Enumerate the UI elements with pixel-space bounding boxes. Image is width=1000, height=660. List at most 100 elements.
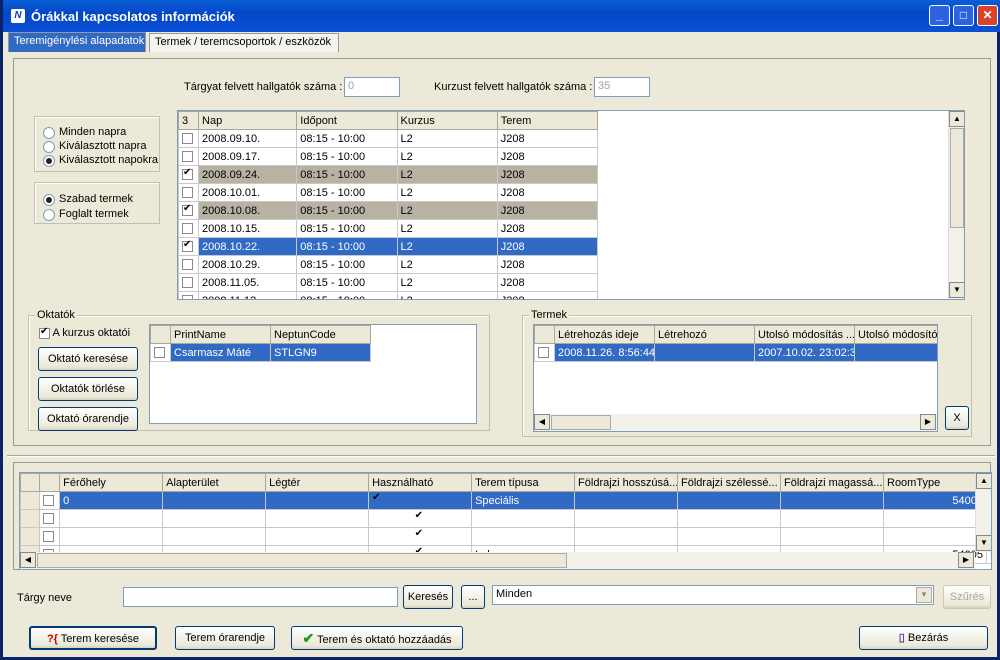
table-row[interactable]: 2008.11.12.08:15 - 10:00L2J208 <box>178 291 599 299</box>
radio-szabad-termek[interactable]: Szabad termek <box>43 193 133 206</box>
remove-room-button[interactable]: X <box>945 406 969 430</box>
table-row[interactable]: 2008.10.22.08:15 - 10:00L2J208 <box>178 237 599 256</box>
col-legter[interactable]: Légtér <box>265 473 370 492</box>
termek-grid[interactable]: Létrehozás ideje Létrehozó Utolsó módosí… <box>533 324 938 432</box>
col-utolso-modosito[interactable]: Utolsó módosító <box>854 325 937 344</box>
kereses-button[interactable]: Keresés <box>403 585 453 609</box>
row-checkbox[interactable] <box>182 187 193 199</box>
hasznalhato-checkbox[interactable] <box>372 493 383 506</box>
scroll-down-icon[interactable]: ▼ <box>976 535 991 551</box>
rooms-horizontal-scrollbar[interactable]: ◀ ▶ <box>20 552 975 569</box>
col-letrehozo[interactable]: Létrehozó <box>654 325 755 344</box>
oktato-kereses-button[interactable]: Oktató keresése <box>38 347 138 371</box>
table-row[interactable]: 2008.09.10. 08:15 - 10:00 L2 J208 <box>178 129 599 148</box>
days-vertical-scrollbar[interactable]: ▲ ▼ <box>948 111 964 299</box>
row-checkbox[interactable] <box>182 151 193 163</box>
terem-orarendje-button[interactable]: Terem órarendje <box>175 626 275 650</box>
days-col-terem[interactable]: Terem <box>496 111 599 130</box>
row-checkbox[interactable] <box>42 513 54 525</box>
hasznalhato-checkbox[interactable] <box>415 511 426 524</box>
row-checkbox[interactable] <box>182 259 193 271</box>
table-row[interactable]: 2008.10.15. 08:15 - 10:00 L2 J208 <box>178 219 599 238</box>
kurzus-count-label: Kurzust felvett hallgatók száma : <box>434 81 593 93</box>
row-checkbox[interactable] <box>182 203 193 217</box>
browse-button[interactable]: ... <box>461 585 485 609</box>
tab-teremigenyles[interactable]: Teremigénylési alapadatok <box>8 32 146 52</box>
filter-select[interactable]: Minden ▼ <box>492 585 934 605</box>
row-checkbox[interactable] <box>42 531 54 543</box>
col-terem-tipusa[interactable]: Terem típusa <box>471 473 576 492</box>
oktato-orarendje-button[interactable]: Oktató órarendje <box>38 407 138 431</box>
chevron-down-icon[interactable]: ▼ <box>916 587 932 603</box>
targy-neve-label: Tárgy neve <box>17 592 73 604</box>
col-hasznalhato[interactable]: Használható <box>368 473 473 492</box>
scroll-left-icon[interactable]: ◀ <box>20 552 36 568</box>
hasznalhato-checkbox[interactable] <box>415 529 426 542</box>
scroll-down-icon[interactable]: ▼ <box>949 282 964 298</box>
days-col-check[interactable]: 3 <box>178 111 200 130</box>
oktatok-torlese-button[interactable]: Oktatók törlése <box>38 377 138 401</box>
row-checkbox[interactable] <box>182 223 193 235</box>
table-row[interactable]: 2008.11.26. 8:56:44 2007.10.02. 23:02:3 <box>534 343 937 362</box>
col-foldrajzi-magassag[interactable]: Földrajzi magassá... <box>780 473 884 492</box>
table-row[interactable]: 0Speciális54003Ko <box>20 491 991 510</box>
table-row[interactable]: 2008.10.08.08:15 - 10:00L2J208 <box>178 201 599 220</box>
szures-button[interactable]: Szűrés <box>943 585 991 609</box>
oktatok-grid[interactable]: PrintName NeptunCode Csarmasz Máté STLGN… <box>149 324 477 424</box>
table-row[interactable]: 2008.10.01. 08:15 - 10:00 L2 J208 <box>178 183 599 202</box>
scroll-left-icon[interactable]: ◀ <box>534 414 550 430</box>
col-neptuncode[interactable]: NeptunCode <box>270 325 371 344</box>
days-col-kurzus[interactable]: Kurzus <box>396 111 498 130</box>
row-checkbox[interactable] <box>182 295 193 299</box>
terem-keresese-button[interactable]: ?{ Terem keresése <box>29 626 157 650</box>
table-row[interactable]: VE <box>20 527 991 546</box>
terem-oktato-hozzaadas-button[interactable]: ✔ Terem és oktató hozzáadás <box>291 626 463 650</box>
scroll-up-icon[interactable]: ▲ <box>949 111 964 127</box>
kurzus-count-field[interactable]: 35 <box>594 77 650 97</box>
col-foldrajzi-szelesseg[interactable]: Földrajzi szélessé... <box>677 473 782 492</box>
rooms-vertical-scrollbar[interactable]: ▲ ▼ <box>975 473 991 552</box>
col-foldrajzi-hosszusag[interactable]: Földrajzi hosszúsá... <box>574 473 679 492</box>
days-col-nap[interactable]: Nap <box>198 111 298 130</box>
days-grid[interactable]: 3 Nap Időpont Kurzus Terem 2008.09.10. 08… <box>177 110 965 300</box>
scroll-right-icon[interactable]: ▶ <box>920 414 936 430</box>
col-letrehozas[interactable]: Létrehozás ideje <box>554 325 655 344</box>
radio-kivalasztott-napokra[interactable]: Kiválasztott napokra <box>43 154 158 167</box>
row-checkbox[interactable] <box>182 167 193 181</box>
maximize-button[interactable]: □ <box>953 5 974 26</box>
col-ferohely[interactable]: Férőhely <box>59 473 164 492</box>
table-row[interactable]: 2008.09.24.08:15 - 10:00L2J208 <box>178 165 599 184</box>
col-alapterulet[interactable]: Alapterület <box>162 473 267 492</box>
targy-count-field[interactable]: 0 <box>344 77 400 97</box>
title-bar[interactable]: N Órákkal kapcsolatos információk _ □ ✕ <box>3 0 1000 32</box>
bezaras-button[interactable]: ▯ Bezárás <box>859 626 988 650</box>
days-col-idopont[interactable]: Időpont <box>296 111 398 130</box>
scroll-right-icon[interactable]: ▶ <box>958 552 974 568</box>
radio-kivalasztott-napra[interactable]: Kiválasztott napra <box>43 140 146 153</box>
table-row[interactable]: 2008.09.17. 08:15 - 10:00 L2 J208 <box>178 147 599 166</box>
row-checkbox[interactable] <box>182 133 193 145</box>
table-row[interactable]: 2008.10.29. 08:15 - 10:00 L2 J208 <box>178 255 599 274</box>
scroll-thumb[interactable] <box>950 128 964 228</box>
row-checkbox[interactable] <box>42 495 54 507</box>
kurzus-oktatoi-checkbox[interactable]: A kurzus oktatói <box>39 326 130 339</box>
close-button[interactable]: ✕ <box>977 5 998 26</box>
tab-termek[interactable]: Termek / teremcsoportok / eszközök <box>149 33 339 52</box>
col-roomtype[interactable]: RoomType <box>883 473 987 492</box>
col-utolso-modositas[interactable]: Utolsó módosítás ... <box>754 325 855 344</box>
row-checkbox[interactable] <box>182 277 193 289</box>
col-printname[interactable]: PrintName <box>170 325 271 344</box>
table-row[interactable]: VE <box>20 509 991 528</box>
table-row[interactable]: Csarmasz Máté STLGN9 <box>150 343 371 362</box>
scroll-up-icon[interactable]: ▲ <box>976 473 991 489</box>
minimize-button[interactable]: _ <box>929 5 950 26</box>
rooms-grid[interactable]: Férőhely Alapterület Légtér Használható … <box>19 472 992 570</box>
row-checkbox[interactable] <box>182 239 193 253</box>
row-checkbox[interactable] <box>538 347 549 359</box>
row-checkbox[interactable] <box>154 347 165 359</box>
radio-minden-napra[interactable]: Minden napra <box>43 126 126 139</box>
termek-horizontal-scrollbar[interactable]: ◀ ▶ <box>534 414 937 431</box>
targy-neve-input[interactable] <box>123 587 398 607</box>
radio-foglalt-termek[interactable]: Foglalt termek <box>43 208 129 221</box>
table-row[interactable]: 2008.11.05. 08:15 - 10:00 L2 J208 <box>178 273 599 292</box>
